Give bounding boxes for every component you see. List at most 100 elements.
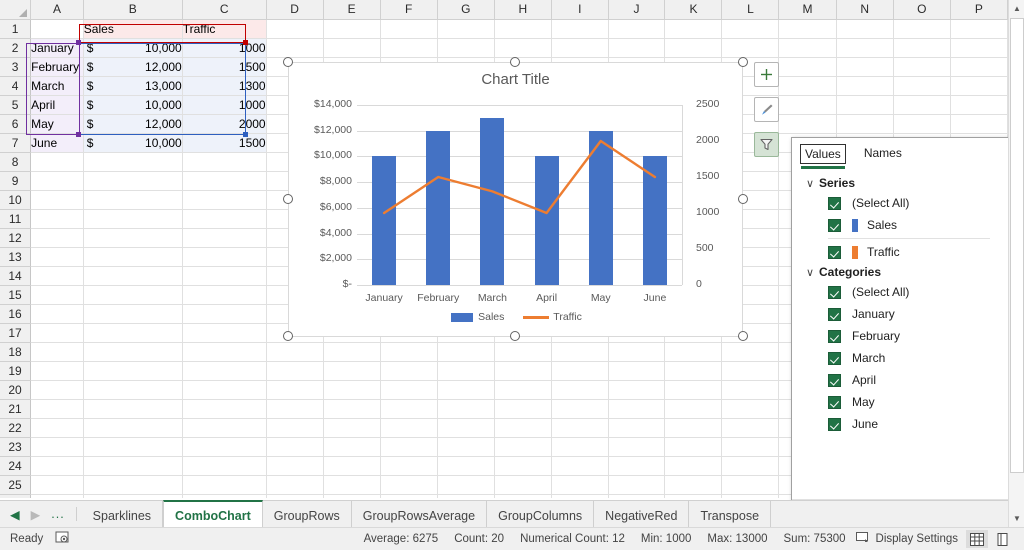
page-layout-view-button[interactable] <box>992 530 1014 548</box>
row-header-12[interactable]: 12 <box>0 228 32 248</box>
cell-C26[interactable] <box>182 494 267 498</box>
cell-I2[interactable] <box>551 38 609 58</box>
normal-view-button[interactable] <box>966 530 988 548</box>
checkbox-checked-icon[interactable] <box>828 417 841 431</box>
filter-tab-names[interactable]: Names <box>860 144 906 162</box>
cell-B10[interactable] <box>83 190 183 210</box>
cell-H22[interactable] <box>494 418 552 438</box>
checkbox-checked-icon[interactable] <box>828 351 841 365</box>
cell-K1[interactable] <box>664 19 723 39</box>
cell-H23[interactable] <box>494 437 552 457</box>
cell-H18[interactable] <box>494 342 552 362</box>
row-header-10[interactable]: 10 <box>0 190 32 210</box>
bar-may[interactable] <box>588 130 613 285</box>
cell-B8[interactable] <box>83 152 183 172</box>
cell-E21[interactable] <box>323 399 381 419</box>
cell-F24[interactable] <box>380 456 438 476</box>
cell-B9[interactable] <box>83 171 183 191</box>
scrollbar-thumb[interactable] <box>1010 18 1024 473</box>
cell-M1[interactable] <box>778 19 837 39</box>
cell-E20[interactable] <box>323 380 381 400</box>
row-header-4[interactable]: 4 <box>0 76 32 96</box>
cell-D24[interactable] <box>266 456 324 476</box>
cell-I21[interactable] <box>551 399 609 419</box>
cell-A3[interactable]: February <box>30 57 84 77</box>
cell-A4[interactable]: March <box>30 76 84 96</box>
cell-D25[interactable] <box>266 475 324 495</box>
cell-I23[interactable] <box>551 437 609 457</box>
cell-J22[interactable] <box>608 418 666 438</box>
row-header-14[interactable]: 14 <box>0 266 32 286</box>
cell-B26[interactable] <box>83 494 183 498</box>
cell-B4[interactable]: $13,000 <box>83 76 183 96</box>
cell-K18[interactable] <box>664 342 723 362</box>
cell-K20[interactable] <box>664 380 723 400</box>
cell-L24[interactable] <box>721 456 780 476</box>
cell-J1[interactable] <box>608 19 666 39</box>
select-all-corner[interactable] <box>0 0 32 20</box>
cell-A19[interactable] <box>30 361 84 381</box>
checkbox-checked-icon[interactable] <box>828 395 841 409</box>
cell-L22[interactable] <box>721 418 780 438</box>
cell-J24[interactable] <box>608 456 666 476</box>
checkbox-checked-icon[interactable] <box>828 196 841 210</box>
cell-A20[interactable] <box>30 380 84 400</box>
chart-resize-handle-ne[interactable] <box>738 57 748 67</box>
column-header-d[interactable]: D <box>266 0 324 20</box>
vertical-scrollbar[interactable]: ▲ ▼ <box>1008 0 1024 527</box>
cell-G24[interactable] <box>437 456 495 476</box>
cell-C2[interactable]: 1000 <box>182 38 267 58</box>
row-header-26[interactable]: 26 <box>0 494 32 498</box>
row-header-18[interactable]: 18 <box>0 342 32 362</box>
filter-group-series[interactable]: ∨ Series <box>792 174 1016 192</box>
cell-K21[interactable] <box>664 399 723 419</box>
cell-A6[interactable]: May <box>30 114 84 134</box>
cell-C3[interactable]: 1500 <box>182 57 267 77</box>
chart-resize-handle-s[interactable] <box>510 331 520 341</box>
cell-B25[interactable] <box>83 475 183 495</box>
cell-G23[interactable] <box>437 437 495 457</box>
cell-A18[interactable] <box>30 342 84 362</box>
cell-I20[interactable] <box>551 380 609 400</box>
cell-J26[interactable] <box>608 494 666 498</box>
table-row[interactable]: 1 Sales Traffic <box>0 19 1008 39</box>
more-sheets-icon[interactable]: ... <box>51 507 64 521</box>
cell-L25[interactable] <box>721 475 780 495</box>
cell-B17[interactable] <box>83 323 183 343</box>
cell-L26[interactable] <box>721 494 780 498</box>
cell-C9[interactable] <box>182 171 267 191</box>
cell-B21[interactable] <box>83 399 183 419</box>
cell-L2[interactable] <box>721 38 780 58</box>
cell-J19[interactable] <box>608 361 666 381</box>
filter-item-march[interactable]: March <box>792 347 1016 369</box>
cell-D22[interactable] <box>266 418 324 438</box>
filter-item-january[interactable]: January <box>792 303 1016 325</box>
cell-E1[interactable] <box>323 19 381 39</box>
filter-item-sales[interactable]: Sales <box>792 214 1016 236</box>
cell-A24[interactable] <box>30 456 84 476</box>
filter-pane-body[interactable]: ∨ Series (Select All) Sales Traffic ∨ Categori… <box>792 164 1016 499</box>
prev-sheet-icon[interactable]: ◀ <box>10 507 20 522</box>
filter-tab-values[interactable]: Values <box>800 144 846 169</box>
sheet-tab-grouprowsaverage[interactable]: GroupRowsAverage <box>352 501 488 527</box>
sheet-tab-negativered[interactable]: NegativeRed <box>594 501 690 527</box>
display-settings-label[interactable]: Display Settings <box>876 533 958 545</box>
cell-C21[interactable] <box>182 399 267 419</box>
row-header-5[interactable]: 5 <box>0 95 32 115</box>
chart-resize-handle-n[interactable] <box>510 57 520 67</box>
cell-C22[interactable] <box>182 418 267 438</box>
row-header-13[interactable]: 13 <box>0 247 32 267</box>
checkbox-checked-icon[interactable] <box>828 307 841 321</box>
cell-G26[interactable] <box>437 494 495 498</box>
cell-H1[interactable] <box>494 19 552 39</box>
cell-A22[interactable] <box>30 418 84 438</box>
column-header-l[interactable]: L <box>721 0 780 20</box>
cell-D2[interactable] <box>266 38 324 58</box>
cell-L20[interactable] <box>721 380 780 400</box>
cell-H19[interactable] <box>494 361 552 381</box>
cell-N4[interactable] <box>836 76 894 96</box>
cell-B18[interactable] <box>83 342 183 362</box>
cell-B3[interactable]: $12,000 <box>83 57 183 77</box>
cell-K24[interactable] <box>664 456 723 476</box>
column-header-f[interactable]: F <box>380 0 438 20</box>
